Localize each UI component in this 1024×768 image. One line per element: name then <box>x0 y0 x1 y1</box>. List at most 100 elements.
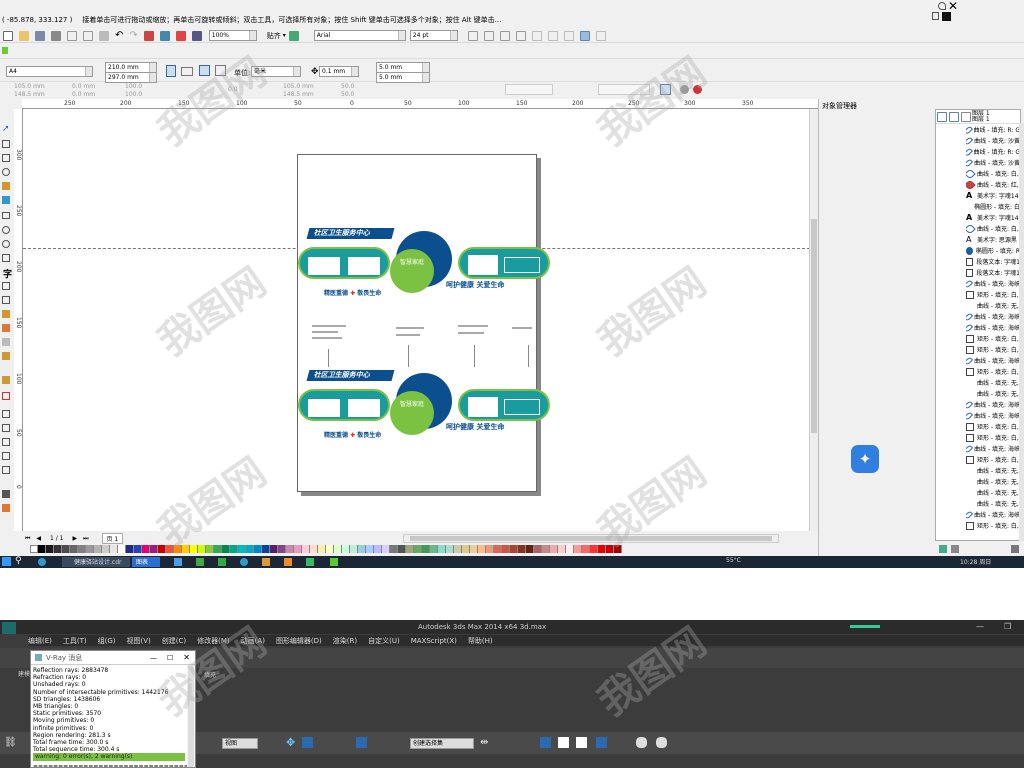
font-size-select[interactable]: 24 pt <box>409 30 458 41</box>
scale-x-field[interactable]: 100.0 <box>125 83 142 90</box>
crop-tool-icon[interactable] <box>2 154 10 162</box>
object-item[interactable]: 曲线 - 填充: 无, <box>966 300 1020 311</box>
color-swatch[interactable] <box>38 545 46 553</box>
undo-icon[interactable]: ↶ <box>115 30 123 41</box>
blend-tool-icon[interactable] <box>2 324 10 332</box>
close-icon[interactable]: ✕ <box>948 0 958 12</box>
color-swatch[interactable] <box>574 545 582 553</box>
color-swatch[interactable] <box>606 545 614 553</box>
object-item[interactable]: 曲线 - 填充: 海峡 <box>966 311 1020 322</box>
nudge-field[interactable]: 0.1 mm <box>319 66 359 77</box>
color-swatch[interactable] <box>422 545 430 553</box>
design-panel-bottom[interactable]: 社区卫生服务中心 智慧家庭 精医重德 ✚ 敬畏生命 呵护健康 关爱生命 <box>298 367 550 441</box>
color-swatch[interactable] <box>582 545 590 553</box>
color-swatch[interactable] <box>70 545 78 553</box>
transparency-tool-icon[interactable] <box>2 338 10 346</box>
color-swatch[interactable] <box>494 545 502 553</box>
disabled-select-2[interactable] <box>598 84 650 95</box>
vray-messages-window[interactable]: V-Ray 消息 — ☐ ✕ Reflection rays: 2883478 R… <box>30 650 196 768</box>
first-page-icon[interactable]: ⏮ <box>25 535 30 543</box>
object-item[interactable]: 曲线 - 填充: 无, <box>966 377 1020 388</box>
object-item[interactable]: 段落文本: 字魂1 <box>966 256 1020 267</box>
clock-text[interactable]: 10:28 周日 <box>960 557 991 566</box>
unit-select[interactable]: 毫米 <box>251 66 301 77</box>
color-eyedropper-icon[interactable] <box>2 490 10 498</box>
object-item[interactable]: 矩形 - 填充: 白, <box>966 289 1020 300</box>
no-color-swatch[interactable] <box>30 545 38 553</box>
text-vertical-icon[interactable] <box>595 30 606 41</box>
color-swatch[interactable] <box>510 545 518 553</box>
color-swatch[interactable] <box>190 545 198 553</box>
color-swatch[interactable] <box>62 545 70 553</box>
rotate-icon[interactable] <box>302 737 313 748</box>
new-layer-icon[interactable] <box>939 545 947 553</box>
object-item[interactable]: 曲线 - 填充: 白, <box>966 168 1020 179</box>
color-swatch[interactable] <box>486 545 494 553</box>
text-format-icon[interactable] <box>579 30 590 41</box>
layer-name[interactable]: 图层 1 <box>972 116 990 123</box>
next-page-icon[interactable]: ▶ <box>73 535 78 542</box>
x-field[interactable]: 105.0 mm <box>14 83 45 90</box>
smart-fill-icon[interactable] <box>2 196 10 204</box>
close-icon[interactable]: ✕ <box>183 653 190 662</box>
text-tool-icon[interactable]: 字 <box>3 267 12 280</box>
menu-item[interactable]: 创建(C) <box>162 636 186 646</box>
canvas-vertical-scrollbar[interactable] <box>809 109 818 531</box>
color-swatch[interactable] <box>302 545 310 553</box>
object-item[interactable]: 段落文本: 字魂1 <box>966 267 1020 278</box>
delete-object-icon[interactable] <box>1011 545 1019 553</box>
menu-item[interactable]: 编辑(E) <box>28 636 52 646</box>
color-swatch[interactable] <box>438 545 446 553</box>
color-swatch[interactable] <box>110 545 118 553</box>
color-swatch[interactable] <box>430 545 438 553</box>
render-icon[interactable] <box>596 737 607 748</box>
color-swatch[interactable] <box>598 545 606 553</box>
object-item[interactable]: 曲线 - 填充: 海峡 <box>966 278 1020 289</box>
color-swatch[interactable] <box>518 545 526 553</box>
color-swatch[interactable] <box>238 545 246 553</box>
color-swatch[interactable] <box>590 545 598 553</box>
color-swatch[interactable] <box>358 545 366 553</box>
color-swatch[interactable] <box>406 545 414 553</box>
interactive-fill-icon[interactable] <box>2 410 10 418</box>
material-editor-icon[interactable] <box>540 737 551 748</box>
bold-icon[interactable] <box>467 30 478 41</box>
w-field[interactable]: 0.0 mm <box>72 83 95 90</box>
export-icon[interactable] <box>159 30 170 41</box>
color-swatch[interactable] <box>414 545 422 553</box>
pen-tool-icon[interactable] <box>2 466 10 474</box>
max-logo-icon[interactable] <box>2 622 16 634</box>
color-swatch[interactable] <box>382 545 390 553</box>
eyedropper-tool-icon[interactable] <box>2 352 10 360</box>
lens-icon[interactable] <box>693 85 702 94</box>
object-item[interactable]: 椭圆形 - 填充: 白 <box>966 201 1020 212</box>
rectangle-tool-icon[interactable] <box>2 212 10 219</box>
layer-view-icon[interactable] <box>937 111 947 122</box>
object-item[interactable]: 曲线 - 填充: 海峡 <box>966 443 1020 454</box>
vray-scrollbar[interactable] <box>188 667 194 767</box>
color-swatch[interactable] <box>390 545 398 553</box>
save-icon[interactable] <box>35 30 45 41</box>
color-swatch[interactable] <box>446 545 454 553</box>
color-swatch[interactable] <box>206 545 214 553</box>
color-swatch[interactable] <box>334 545 342 553</box>
object-item[interactable]: 曲线 - 填充: 海峡 <box>966 399 1020 410</box>
disabled-select-1[interactable] <box>505 84 553 95</box>
drawing-canvas[interactable]: 社区卫生服务中心 智慧家庭 精医重德 ✚ 敬畏生命 呵护健康 关爱生命 社区卫生… <box>23 109 810 531</box>
color-swatch[interactable] <box>86 545 94 553</box>
app-launcher-icon[interactable] <box>191 30 202 41</box>
color-swatch[interactable] <box>294 545 302 553</box>
move-icon[interactable]: ✥ <box>286 736 295 749</box>
color-swatch[interactable] <box>270 545 278 553</box>
search-icon[interactable]: ⚲ <box>15 556 22 566</box>
color-swatch[interactable] <box>310 545 318 553</box>
underline-icon[interactable] <box>499 30 510 41</box>
docker-scrollbar[interactable] <box>1019 123 1024 541</box>
menu-item[interactable]: 动画(A) <box>241 636 265 646</box>
object-item[interactable]: A 美术字: 思源黑 <box>966 234 1020 245</box>
menu-item[interactable]: 帮助(H) <box>468 636 493 646</box>
current-page-icon[interactable] <box>215 65 226 76</box>
color-swatch[interactable] <box>230 545 238 553</box>
relative-y-field[interactable]: 50.0 <box>341 91 354 98</box>
taskbar-app-cdr[interactable]: 健康驿站设计.cdr <box>62 557 130 567</box>
